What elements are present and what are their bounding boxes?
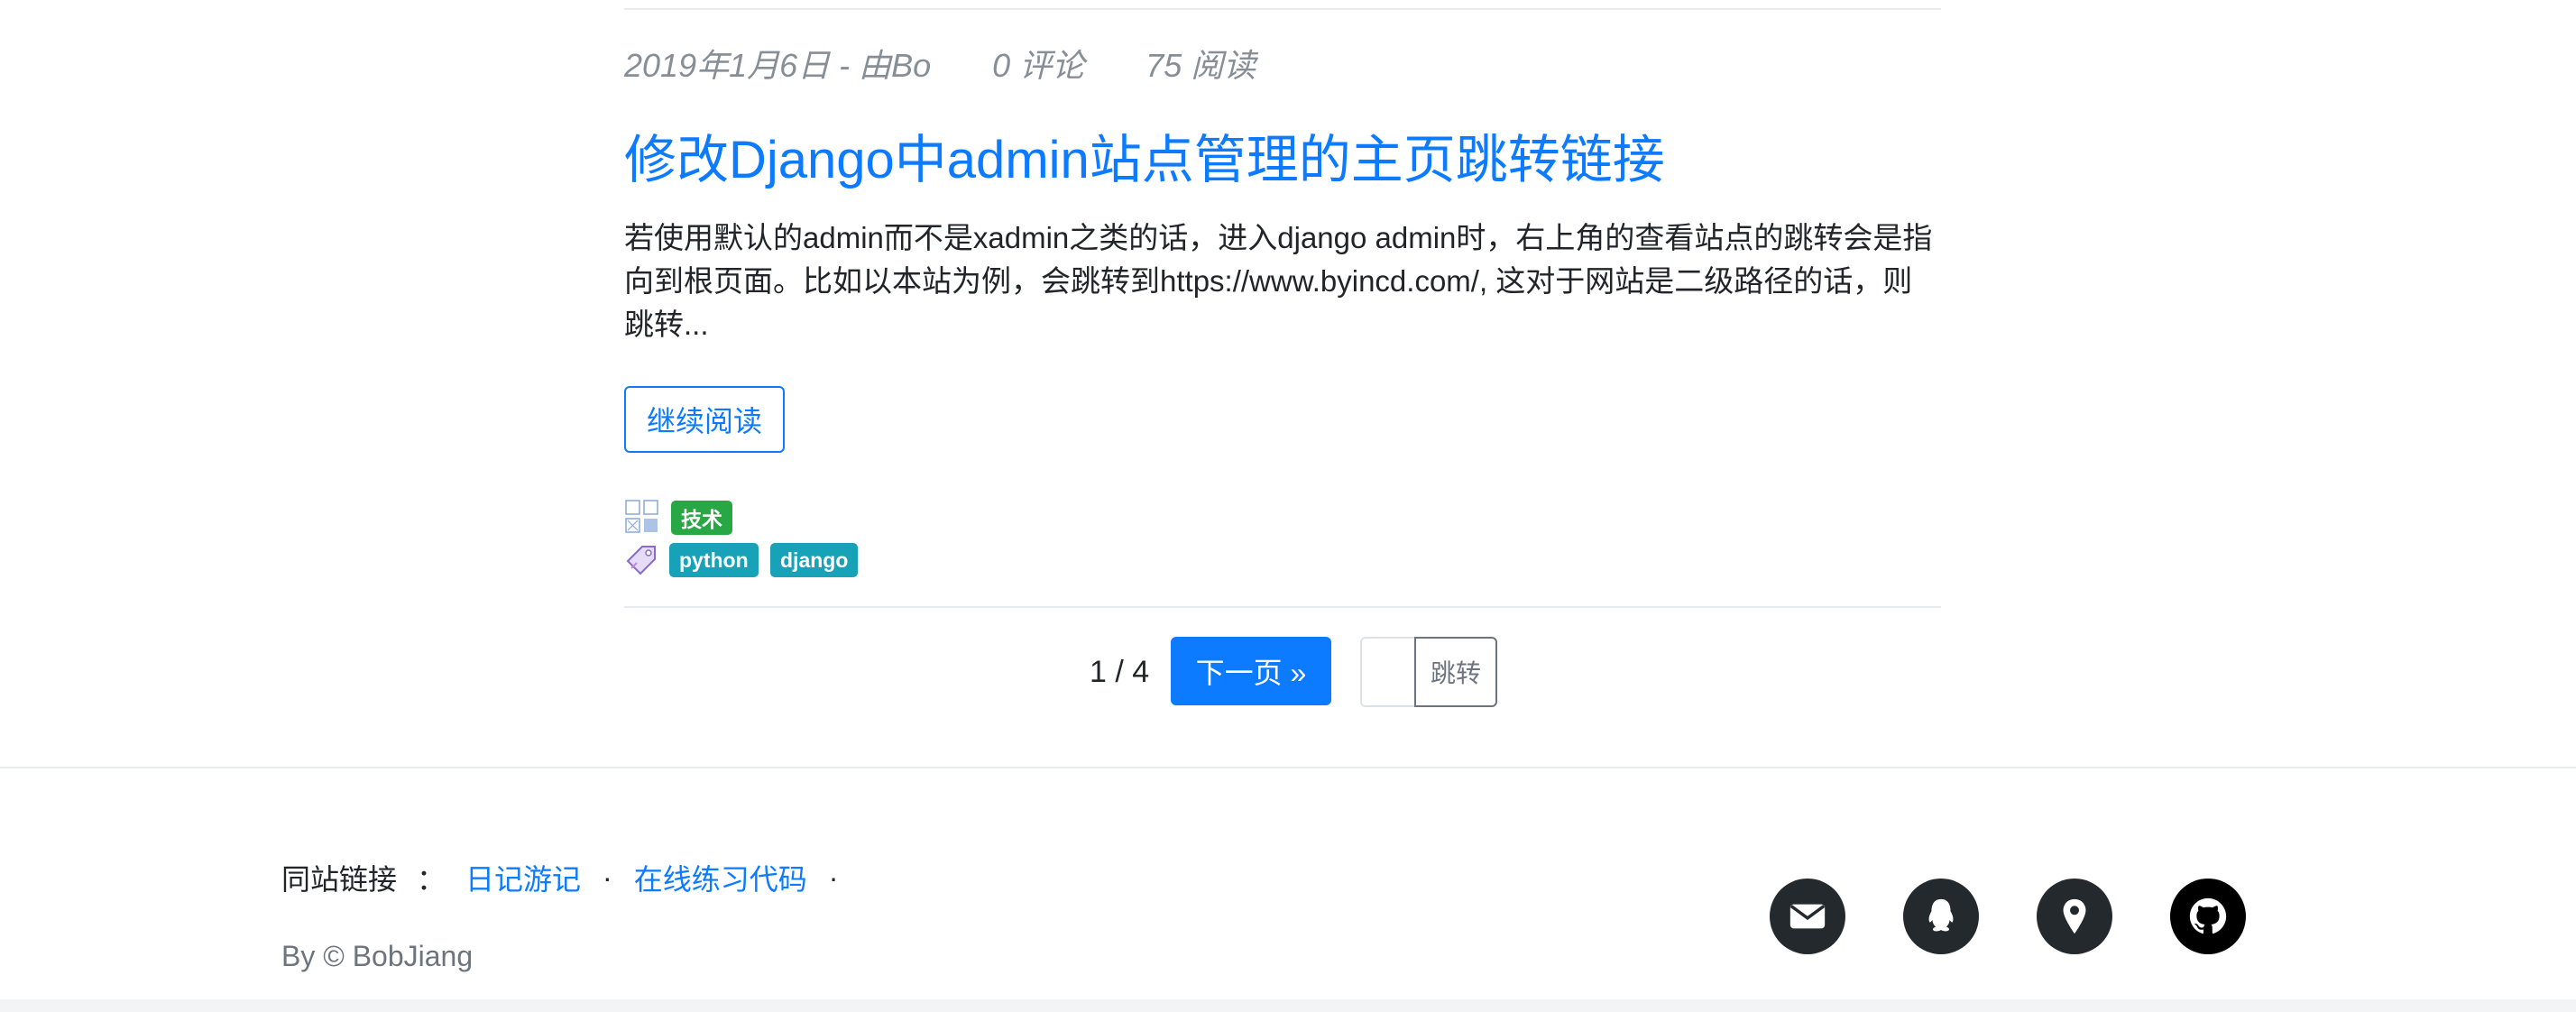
post-date: 2019年1月6日 - 由Bo [624, 47, 932, 84]
post-views: 75 阅读 [1145, 47, 1256, 84]
qq-icon[interactable] [1903, 879, 1979, 954]
link-separator: · [603, 860, 612, 894]
post-title-link[interactable]: 修改Django中admin站点管理的主页跳转链接 [624, 117, 1665, 193]
category-badge[interactable]: 技术 [671, 501, 732, 535]
copyright: By © BobJiang [281, 940, 474, 972]
post-divider [624, 606, 1941, 608]
top-divider [624, 8, 1941, 10]
site-links-label: 同站链接 [281, 863, 398, 896]
tag-icon [626, 546, 656, 575]
link-diary[interactable]: 日记游记 [465, 857, 581, 898]
github-icon[interactable] [2170, 879, 2246, 954]
page-indicator: 1 / 4 [1090, 655, 1150, 689]
category-icon [625, 500, 658, 533]
post-comments: 0 评论 [992, 47, 1085, 84]
site-links-colon: ： [417, 863, 446, 896]
post-excerpt: 若使用默认的admin而不是xadmin之类的话，进入django admin时… [624, 221, 1933, 341]
next-page-button[interactable]: 下一页 » [1171, 637, 1331, 705]
email-icon[interactable] [1770, 879, 1845, 954]
footer-bottom-strip [0, 999, 2576, 1012]
location-icon[interactable] [2037, 879, 2112, 954]
site-links: 同站链接 ： 日记游记 · 在线练习代码 · [281, 857, 860, 898]
link-separator: · [828, 860, 839, 894]
jump-button[interactable]: 跳转 [1414, 637, 1497, 707]
post-meta: 2019年1月6日 - 由Bo 0 评论 75 阅读 [624, 40, 1308, 87]
read-more-button[interactable]: 继续阅读 [624, 386, 785, 453]
page-number-input[interactable] [1360, 637, 1418, 707]
footer-divider [0, 767, 2576, 768]
tag-badge-django[interactable]: django [770, 543, 859, 577]
tag-badge-python[interactable]: python [669, 543, 759, 577]
link-code-practice[interactable]: 在线练习代码 [634, 857, 807, 898]
